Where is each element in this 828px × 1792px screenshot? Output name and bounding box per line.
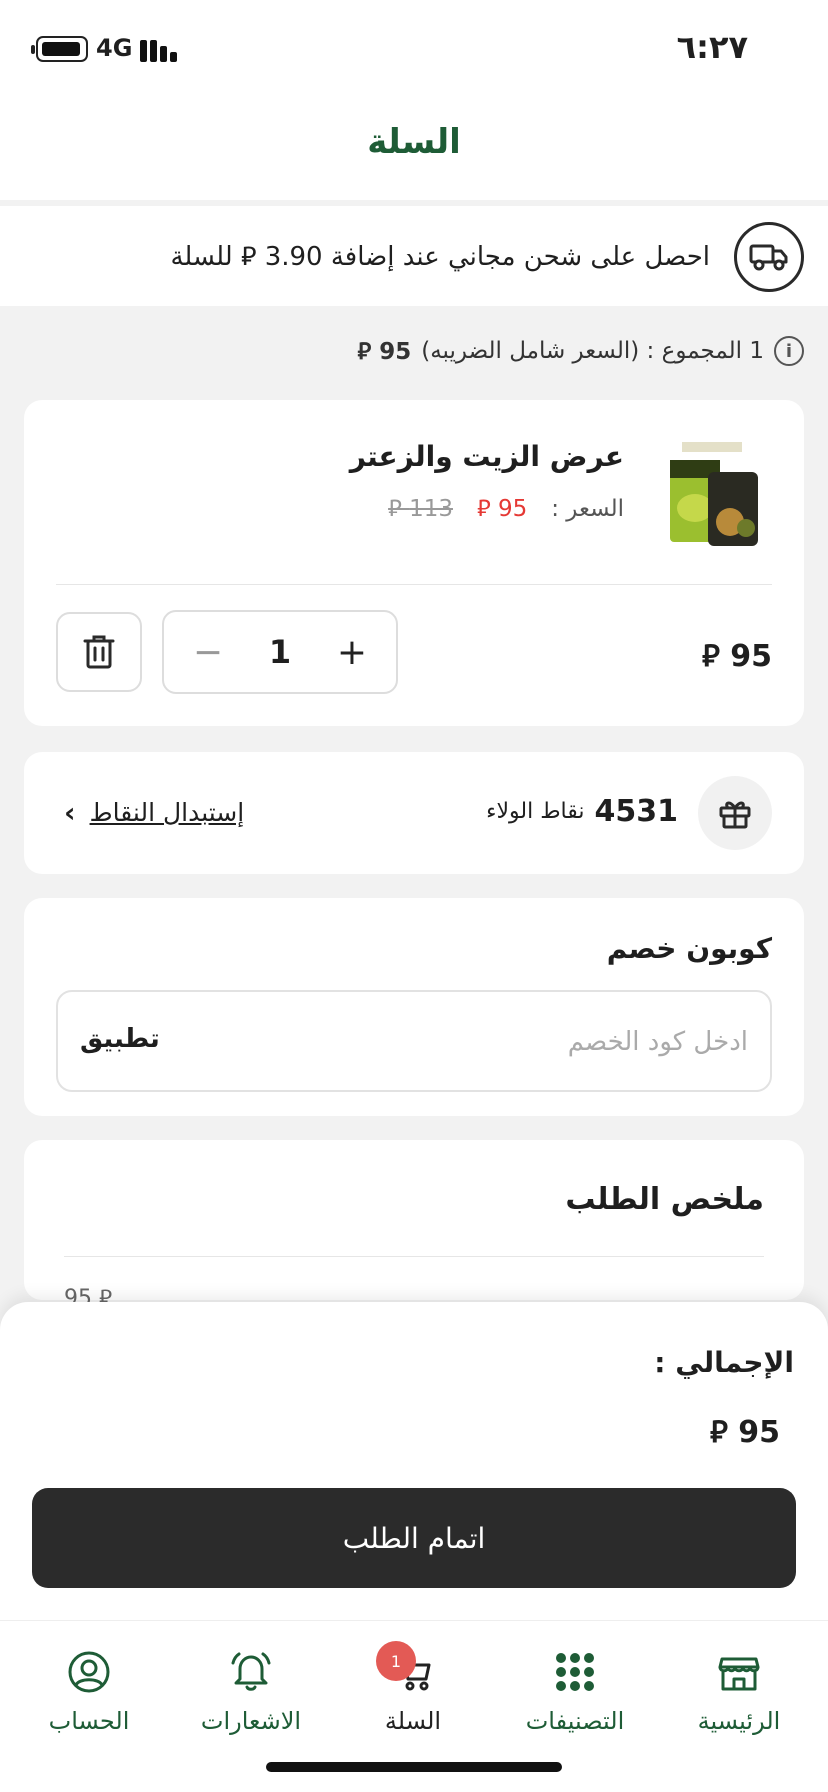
signal-icon <box>140 38 180 62</box>
nav-label-cart: السلة <box>384 1707 442 1735</box>
total-value: 95 ⃁ <box>709 1415 780 1450</box>
quantity-value: 1 <box>268 633 292 671</box>
delete-item-button[interactable] <box>56 612 142 692</box>
truck-icon <box>734 222 804 292</box>
cart-total-text: 1 المجموع : (السعر شامل الضريبه) <box>421 338 764 364</box>
trash-icon <box>83 635 115 669</box>
decrease-quantity-button[interactable]: − <box>188 632 228 673</box>
original-price: 113 ⃁ <box>388 496 453 522</box>
cart-total-info: i 1 المجموع : (السعر شامل الضريبه) 95 ⃁ <box>358 336 804 366</box>
battery-icon <box>31 36 88 62</box>
coupon-field: تطبيق <box>56 990 772 1092</box>
page-title: السلة <box>367 122 461 162</box>
cart-total-amount: 95 ⃁ <box>357 338 412 365</box>
divider <box>56 584 772 585</box>
quantity-stepper: − 1 + <box>162 610 398 694</box>
chevron-left-icon: ‹ <box>64 796 76 829</box>
nav-item-home[interactable]: الرئيسية <box>664 1649 814 1735</box>
status-time: ٦:٢٧ <box>676 28 748 66</box>
nav-item-cart[interactable]: 1 السلة <box>338 1641 488 1735</box>
loyalty-points-card: 4531 نقاط الولاء ‹ إستبدال النقاط <box>24 752 804 874</box>
product-image[interactable] <box>662 436 766 554</box>
nav-label-home: الرئيسية <box>697 1707 781 1735</box>
product-name: عرض الزيت والزعتر <box>349 440 624 473</box>
checkout-button[interactable]: اتمام الطلب <box>32 1488 796 1588</box>
sale-price: 95 ⃁ <box>476 496 528 522</box>
free-shipping-text: احصل على شحن مجاني عند إضافة 3.90 ⃁ للسل… <box>170 242 710 272</box>
coupon-card: كوبون خصم تطبيق <box>24 898 804 1116</box>
network-type: 4G <box>96 34 133 62</box>
total-label: الإجمالي : <box>654 1346 794 1379</box>
points-label: نقاط الولاء <box>486 799 585 824</box>
home-indicator <box>266 1762 562 1772</box>
status-bar: 4G ٦:٢٧ <box>0 0 828 88</box>
cart-item-card: عرض الزيت والزعتر السعر : 95 ⃁ 113 ⃁ 95 … <box>24 400 804 726</box>
nav-item-categories[interactable]: التصنيفات <box>500 1649 650 1735</box>
coupon-title: كوبون خصم <box>606 932 772 965</box>
info-icon: i <box>774 336 804 366</box>
divider <box>64 1256 764 1257</box>
store-icon <box>718 1657 760 1691</box>
header: السلة <box>0 88 828 200</box>
order-summary-card: ملخص الطلب 95 ⃁ <box>24 1140 804 1311</box>
grid-icon <box>556 1653 594 1691</box>
points-value: 4531 <box>594 794 679 829</box>
redeem-points-label: إستبدال النقاط <box>89 798 245 827</box>
nav-label-notifications: الاشعارات <box>200 1707 302 1735</box>
nav-label-account: الحساب <box>48 1707 130 1735</box>
order-summary-title: ملخص الطلب <box>565 1182 764 1217</box>
nav-label-categories: التصنيفات <box>525 1707 625 1735</box>
redeem-points-link[interactable]: ‹ إستبدال النقاط <box>64 796 244 829</box>
free-shipping-banner: احصل على شحن مجاني عند إضافة 3.90 ⃁ للسل… <box>0 206 828 306</box>
loyalty-points: 4531 نقاط الولاء <box>486 794 678 829</box>
increase-quantity-button[interactable]: + <box>332 632 372 673</box>
bell-icon <box>231 1652 271 1691</box>
checkout-sheet: الإجمالي : 95 ⃁ اتمام الطلب <box>0 1302 828 1620</box>
cart-badge: 1 <box>376 1641 416 1681</box>
price-row: السعر : 95 ⃁ 113 ⃁ <box>388 494 624 523</box>
price-label: السعر : <box>551 495 624 522</box>
line-total: 95 ⃁ <box>701 639 772 674</box>
apply-coupon-button[interactable]: تطبيق <box>80 1024 160 1054</box>
nav-item-account[interactable]: الحساب <box>14 1649 164 1735</box>
nav-item-notifications[interactable]: الاشعارات <box>176 1649 326 1735</box>
user-icon <box>68 1651 110 1693</box>
gift-icon <box>698 776 772 850</box>
coupon-code-input[interactable] <box>328 1020 748 1064</box>
